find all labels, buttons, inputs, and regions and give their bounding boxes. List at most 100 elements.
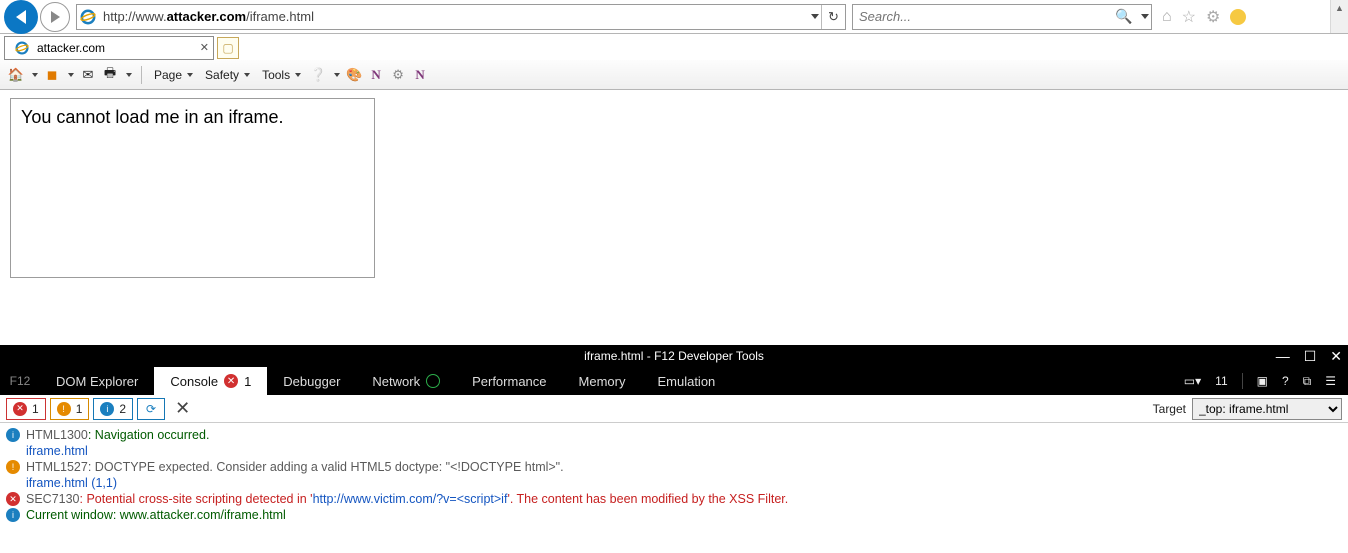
devtools-title: iframe.html - F12 Developer Tools <box>584 349 764 363</box>
warning-icon: ! <box>57 402 71 416</box>
onenote-send-icon[interactable]: N <box>412 67 428 83</box>
console-badge-count: 1 <box>244 374 251 389</box>
tab-strip: attacker.com ✕ ▢ <box>0 34 1348 60</box>
undock-icon[interactable]: ⧉ <box>1303 374 1312 389</box>
info-icon: i <box>100 402 114 416</box>
tab-console-label: Console <box>170 374 218 389</box>
dropdown-icon[interactable] <box>126 73 132 77</box>
gear-icon[interactable]: ⚙ <box>390 67 406 83</box>
safety-menu[interactable]: Safety <box>202 66 253 84</box>
ie-icon <box>77 6 99 28</box>
new-tab-button[interactable]: ▢ <box>217 37 239 59</box>
console-line-source[interactable]: iframe.html (1,1) <box>2 475 1346 491</box>
devtools-tabs: F12 DOM Explorer Console ✕ 1 Debugger Ne… <box>0 367 1348 395</box>
devtools-panel: iframe.html - F12 Developer Tools — ☐ ✕ … <box>0 345 1348 553</box>
target-select[interactable]: _top: iframe.html <box>1192 398 1342 420</box>
tab-performance[interactable]: Performance <box>456 367 562 395</box>
target-label: Target <box>1153 402 1186 416</box>
ie-icon <box>11 37 33 59</box>
arrow-right-icon <box>51 11 60 23</box>
filter-errors[interactable]: ✕1 <box>6 398 46 420</box>
devtools-minimize-icon[interactable]: — <box>1276 348 1290 364</box>
console-output[interactable]: i HTML1300: Navigation occurred. iframe.… <box>0 423 1348 553</box>
search-provider-dropdown[interactable] <box>1139 14 1151 19</box>
error-icon: ✕ <box>13 402 27 416</box>
f12-label: F12 <box>0 367 40 395</box>
caret-down-icon <box>811 14 819 19</box>
console-line-info: i Current window: www.attacker.com/ifram… <box>2 507 1346 523</box>
info-icon: i <box>6 508 20 522</box>
error-icon: ✕ <box>6 492 20 506</box>
feedback-icon[interactable] <box>1230 9 1246 25</box>
search-input[interactable] <box>853 9 1109 24</box>
warning-icon: ! <box>6 460 20 474</box>
refresh-button[interactable]: ↻ <box>821 5 845 29</box>
iframe-placeholder: You cannot load me in an iframe. <box>10 98 375 278</box>
tab-dom-explorer[interactable]: DOM Explorer <box>40 367 154 395</box>
home-icon[interactable]: 🏠 <box>8 67 24 83</box>
devtools-close-icon[interactable]: ✕ <box>1330 348 1342 365</box>
search-bar[interactable]: 🔍 <box>852 4 1152 30</box>
mail-icon[interactable]: ✉ <box>80 67 96 83</box>
clear-on-navigate[interactable]: ⟳ <box>137 398 165 420</box>
tab-debugger[interactable]: Debugger <box>267 367 356 395</box>
forward-button[interactable] <box>40 2 70 32</box>
back-button[interactable] <box>4 0 38 34</box>
separator <box>141 66 142 84</box>
tab-close-icon[interactable]: ✕ <box>200 41 209 54</box>
scroll-up-icon[interactable]: ▲ <box>1331 0 1348 16</box>
tab-title: attacker.com <box>37 41 105 55</box>
caret-down-icon <box>1141 14 1149 19</box>
onenote-linked-icon[interactable]: N <box>368 67 384 83</box>
help-icon[interactable]: ❔ <box>310 67 326 83</box>
tab-console[interactable]: Console ✕ 1 <box>154 367 267 395</box>
help-icon[interactable]: ? <box>1282 374 1289 388</box>
dropdown-icon[interactable] <box>334 73 340 77</box>
error-badge-icon: ✕ <box>224 374 238 388</box>
browser-tab[interactable]: attacker.com ✕ <box>4 36 214 60</box>
devtools-titlebar: iframe.html - F12 Developer Tools — ☐ ✕ <box>0 345 1348 367</box>
dropdown-icon[interactable] <box>68 73 74 77</box>
clear-console-button[interactable]: ✕ <box>175 398 190 419</box>
favorites-icon[interactable]: ☆ <box>1182 7 1196 27</box>
iframe-message: You cannot load me in an iframe. <box>21 107 284 127</box>
console-line-source[interactable]: iframe.html <box>2 443 1346 459</box>
arrow-left-icon <box>16 10 26 24</box>
info-icon: i <box>6 428 20 442</box>
address-history-dropdown[interactable] <box>809 14 821 19</box>
page-content: You cannot load me in an iframe. <box>0 90 1348 310</box>
address-text: http://www.attacker.com/iframe.html <box>99 5 809 29</box>
console-target: Target _top: iframe.html <box>1153 398 1342 420</box>
vertical-scrollbar[interactable]: ▲ <box>1330 0 1348 33</box>
sync-icon: ⟳ <box>146 402 156 416</box>
command-bar: 🏠 ◼ ✉ 🖶 Page Safety Tools ❔ 🎨 N ⚙ N <box>0 60 1348 90</box>
palette-icon[interactable]: 🎨 <box>346 67 362 83</box>
devtools-count: 11 <box>1215 374 1227 388</box>
tab-network-label: Network <box>372 374 420 389</box>
tab-emulation[interactable]: Emulation <box>641 367 731 395</box>
dock-icon[interactable]: ☰ <box>1325 374 1336 388</box>
console-line-info: i HTML1300: Navigation occurred. <box>2 427 1346 443</box>
responsive-icon[interactable]: ▭▾ <box>1184 374 1201 388</box>
console-line-warning: ! HTML1527: DOCTYPE expected. Consider a… <box>2 459 1346 475</box>
filter-info[interactable]: i2 <box>93 398 133 420</box>
separator <box>1242 373 1243 389</box>
dropdown-icon[interactable] <box>32 73 38 77</box>
record-ring-icon <box>426 374 440 388</box>
devtools-maximize-icon[interactable]: ☐ <box>1304 348 1317 365</box>
home-icon[interactable]: ⌂ <box>1162 8 1172 26</box>
address-bar[interactable]: http://www.attacker.com/iframe.html ↻ <box>76 4 846 30</box>
tab-network[interactable]: Network <box>356 367 456 395</box>
filter-warnings[interactable]: !1 <box>50 398 90 420</box>
console-toggle-icon[interactable]: ▣ <box>1257 374 1268 388</box>
tab-memory[interactable]: Memory <box>563 367 642 395</box>
browser-trailing-icons: ⌂ ☆ ⚙ <box>1162 7 1246 27</box>
devtools-tools-right: ▭▾ 11 ▣ ? ⧉ ☰ <box>1184 367 1348 395</box>
feeds-icon[interactable]: ◼ <box>44 67 60 83</box>
print-icon[interactable]: 🖶 <box>102 67 118 83</box>
tools-menu[interactable]: Tools <box>259 66 304 84</box>
console-toolbar: ✕1 !1 i2 ⟳ ✕ Target _top: iframe.html <box>0 395 1348 423</box>
settings-icon[interactable]: ⚙ <box>1206 7 1220 27</box>
search-icon[interactable]: 🔍 <box>1109 8 1139 25</box>
page-menu[interactable]: Page <box>151 66 196 84</box>
